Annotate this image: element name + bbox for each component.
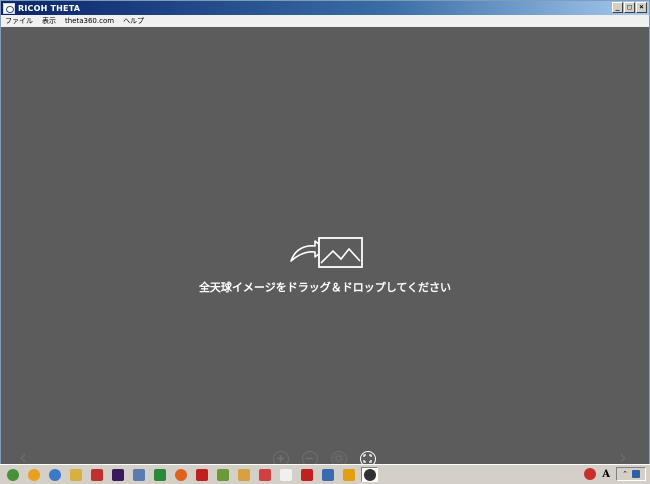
app-window: RICOH THETA _ □ × ファイル 表示 theta360.com ヘ…: [0, 0, 650, 467]
taskbar: A ⌃: [0, 464, 650, 484]
orb-icon: [27, 468, 40, 481]
window-controls: _ □ ×: [612, 2, 647, 13]
drop-message: 全天球イメージをドラッグ＆ドロップしてください: [198, 281, 452, 294]
title-bar[interactable]: RICOH THETA _ □ ×: [1, 1, 649, 15]
taskbar-button-folder[interactable]: [67, 467, 84, 482]
pdf-icon: [300, 468, 313, 481]
taskbar-button-orb[interactable]: [25, 467, 42, 482]
record-icon: [195, 468, 208, 481]
window-title: RICOH THETA: [18, 3, 81, 13]
taskbar-button-monitor[interactable]: [319, 467, 336, 482]
theta-icon: [363, 468, 376, 481]
paint-icon: [258, 468, 271, 481]
media-icon: [342, 468, 355, 481]
minimize-button[interactable]: _: [612, 2, 623, 13]
menu-help[interactable]: ヘルプ: [123, 16, 144, 26]
ime-indicator[interactable]: A: [602, 469, 610, 480]
image-drop-area[interactable]: 全天球イメージをドラッグ＆ドロップしてください ‹ ›: [1, 27, 649, 467]
taskbar-button-premiere[interactable]: [109, 467, 126, 482]
maximize-button[interactable]: □: [624, 2, 635, 13]
taskbar-button-diamond[interactable]: [88, 467, 105, 482]
system-tray: A ⌃: [584, 467, 646, 481]
monitor-icon: [321, 468, 334, 481]
premiere-icon: [111, 468, 124, 481]
tray-expand[interactable]: ⌃: [616, 467, 646, 481]
share-image-icon: [290, 237, 363, 268]
diamond-icon: [90, 468, 103, 481]
taskbar-button-globe[interactable]: [46, 467, 63, 482]
firefox-icon: [174, 468, 187, 481]
taskbar-button-chrome[interactable]: [4, 467, 21, 482]
person-icon: [216, 468, 229, 481]
taskbar-button-theta[interactable]: [361, 467, 378, 482]
network-icon: [631, 470, 640, 478]
taskbar-button-spreadsheet[interactable]: [151, 467, 168, 482]
chrome-icon: [6, 468, 19, 481]
taskbar-button-media[interactable]: [340, 467, 357, 482]
taskbar-button-paint[interactable]: [256, 467, 273, 482]
window-icon: [132, 468, 145, 481]
taskbar-button-explorer[interactable]: [235, 467, 252, 482]
menu-file[interactable]: ファイル: [5, 16, 33, 26]
globe-icon: [48, 468, 61, 481]
folder-icon: [69, 468, 82, 481]
explorer-icon: [237, 468, 250, 481]
menu-bar: ファイル 表示 theta360.com ヘルプ: [1, 15, 649, 27]
taskbar-button-person[interactable]: [214, 467, 231, 482]
menu-theta360[interactable]: theta360.com: [65, 17, 114, 25]
antivirus-icon[interactable]: [584, 468, 597, 480]
taskbar-button-record[interactable]: [193, 467, 210, 482]
taskbar-button-firefox[interactable]: [172, 467, 189, 482]
chevron-up-icon: ⌃: [622, 470, 628, 478]
close-button[interactable]: ×: [636, 2, 647, 13]
theta-app-icon: [3, 2, 15, 14]
taskbar-button-pdf[interactable]: [298, 467, 315, 482]
menu-view[interactable]: 表示: [42, 16, 56, 26]
spreadsheet-icon: [153, 468, 166, 481]
taskbar-button-window[interactable]: [130, 467, 147, 482]
text-icon: [279, 468, 292, 481]
taskbar-button-text[interactable]: [277, 467, 294, 482]
